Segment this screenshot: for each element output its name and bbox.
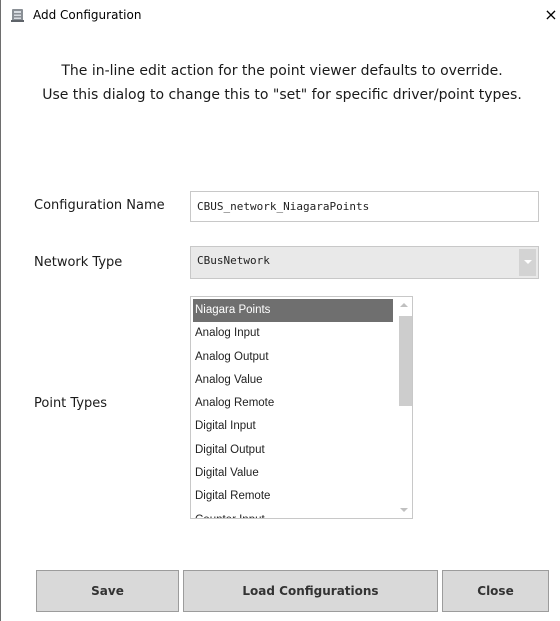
list-item-analog-remote[interactable]: Analog Remote xyxy=(193,392,393,415)
scroll-thumb[interactable] xyxy=(399,316,412,406)
point-types-list[interactable]: Niagara Points Analog Input Analog Outpu… xyxy=(190,296,413,519)
title-bar[interactable]: Add Configuration × xyxy=(1,0,560,31)
list-item-digital-remote[interactable]: Digital Remote xyxy=(193,485,393,508)
list-item-analog-input[interactable]: Analog Input xyxy=(193,322,393,345)
point-types-label: Point Types xyxy=(34,396,108,411)
network-type-value: CBusNetwork xyxy=(197,254,270,267)
chevron-down-icon[interactable] xyxy=(519,249,536,276)
close-window-button[interactable]: × xyxy=(542,6,560,24)
list-item-analog-output[interactable]: Analog Output xyxy=(193,346,393,369)
list-item-digital-value[interactable]: Digital Value xyxy=(193,462,393,485)
scroll-up-icon[interactable] xyxy=(400,301,408,309)
list-item-counter-input[interactable]: Counter Input xyxy=(193,509,393,518)
load-configurations-button[interactable]: Load Configurations xyxy=(183,570,438,612)
add-configuration-dialog: Add Configuration × The in-line edit act… xyxy=(0,0,560,621)
list-item-niagara-points[interactable]: Niagara Points xyxy=(193,299,393,323)
network-type-label: Network Type xyxy=(34,255,123,270)
save-button[interactable]: Save xyxy=(36,570,179,612)
point-types-items: Niagara Points Analog Input Analog Outpu… xyxy=(193,299,393,518)
list-item-digital-output[interactable]: Digital Output xyxy=(193,439,393,462)
instruction-text: The in-line edit action for the point vi… xyxy=(7,59,557,107)
list-scrollbar[interactable] xyxy=(396,297,412,518)
config-name-input[interactable]: CBUS_network_NiagaraPoints xyxy=(190,191,539,222)
list-item-analog-value[interactable]: Analog Value xyxy=(193,369,393,392)
close-button[interactable]: Close xyxy=(442,570,549,612)
scroll-down-icon[interactable] xyxy=(400,506,408,514)
instruction-line-2: Use this dialog to change this to "set" … xyxy=(42,87,522,103)
instruction-line-1: The in-line edit action for the point vi… xyxy=(61,63,503,79)
app-icon xyxy=(10,8,25,23)
network-type-select[interactable]: CBusNetwork xyxy=(190,246,539,279)
config-name-label: Configuration Name xyxy=(34,198,165,213)
window-title: Add Configuration xyxy=(33,8,142,22)
list-item-digital-input[interactable]: Digital Input xyxy=(193,415,393,438)
